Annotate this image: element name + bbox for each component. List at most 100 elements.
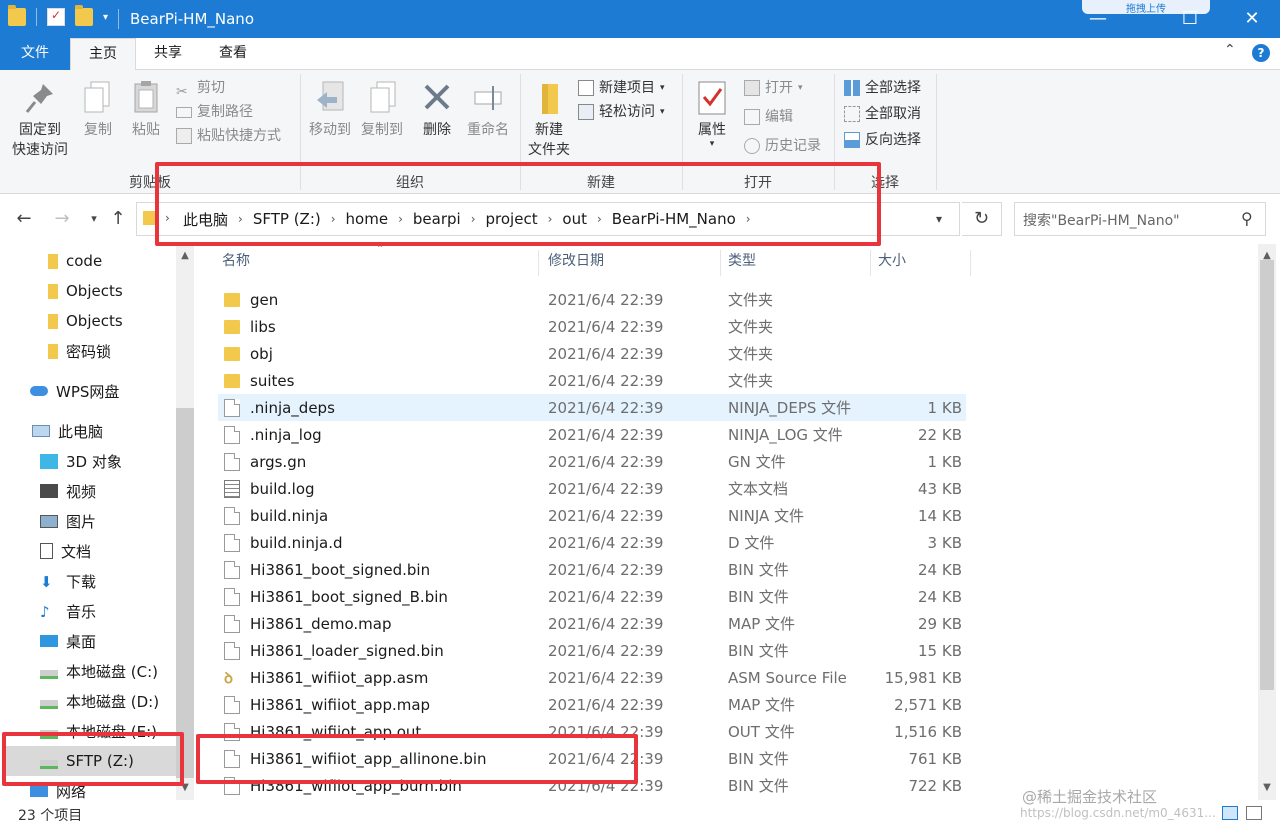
chevron-up-icon[interactable]: ⌃	[1224, 42, 1236, 58]
nav-scrollbar-thumb[interactable]	[176, 408, 194, 778]
file-type: NINJA_LOG 文件	[728, 426, 843, 444]
paste-shortcut-button[interactable]: 粘贴快捷方式	[176, 124, 281, 148]
nav-item[interactable]: Objects	[0, 306, 176, 336]
tab-view[interactable]: 查看	[200, 38, 266, 70]
copy-to-button[interactable]: 复制到	[356, 80, 408, 140]
scroll-down-icon[interactable]: ▼	[1258, 782, 1276, 793]
table-row[interactable]: build.ninja.d 2021/6/4 22:39 D 文件 3 KB	[218, 529, 966, 556]
paste-label: 粘贴	[132, 122, 160, 138]
table-row[interactable]: .ninja_log 2021/6/4 22:39 NINJA_LOG 文件 22 K…	[218, 421, 966, 448]
table-row[interactable]: .ninja_deps 2021/6/4 22:39 NINJA_DEPS 文件 1 …	[218, 394, 966, 421]
table-row[interactable]: Hi3861_boot_signed_B.bin 2021/6/4 22:39 BI…	[218, 583, 966, 610]
address-history-dropdown-icon[interactable]: ▾	[936, 212, 942, 226]
close-button[interactable]: ✕	[1226, 0, 1278, 38]
table-row[interactable]: args.gn 2021/6/4 22:39 GN 文件 1 KB	[218, 448, 966, 475]
table-row[interactable]: Hi3861_demo.map 2021/6/4 22:39 MAP 文件 29 KB	[218, 610, 966, 637]
tab-home[interactable]: 主页	[70, 38, 136, 71]
tab-share[interactable]: 共享	[136, 38, 200, 70]
window-title: BearPi-HM_Nano	[130, 10, 254, 28]
column-separator[interactable]	[720, 250, 721, 276]
table-row[interactable]: suites 2021/6/4 22:39 文件夹	[218, 367, 966, 394]
recent-locations-chevron-icon[interactable]: ▾	[82, 206, 106, 232]
nav-item[interactable]: 密码锁	[0, 336, 176, 366]
new-item-button[interactable]: 新建项目 ▾	[578, 76, 665, 100]
invert-selection-button[interactable]: 反向选择	[844, 128, 921, 152]
folder-icon	[143, 211, 155, 225]
column-header-size[interactable]: 大小	[878, 250, 906, 278]
copy-button[interactable]: 复制	[76, 80, 120, 140]
edit-label: 编辑	[765, 109, 793, 125]
properties-quick-icon[interactable]	[47, 8, 65, 26]
nav-item[interactable]: 视频	[0, 476, 176, 506]
back-arrow-icon[interactable]: ←	[12, 206, 36, 232]
table-row[interactable]: build.log 2021/6/4 22:39 文本文档 43 KB	[218, 475, 966, 502]
paste-button[interactable]: 粘贴	[124, 80, 168, 140]
tab-file[interactable]: 文件	[0, 38, 70, 70]
easy-access-button[interactable]: 轻松访问 ▾	[578, 100, 665, 124]
file-icon	[224, 560, 240, 579]
new-folder-button[interactable]: 新建 文件夹	[524, 80, 574, 160]
move-to-button[interactable]: 移动到	[304, 80, 356, 140]
column-separator[interactable]	[970, 250, 971, 276]
table-row[interactable]: Hi3861_loader_signed.bin 2021/6/4 22:39 BI…	[218, 637, 966, 664]
table-row[interactable]: Hi3861_boot_signed.bin 2021/6/4 22:39 BIN …	[218, 556, 966, 583]
nav-item-label: 密码锁	[66, 342, 112, 361]
forward-arrow-icon[interactable]: →	[50, 206, 74, 232]
table-row[interactable]: Hi3861_wifiiot_app.map 2021/6/4 22:39 MAP …	[218, 691, 966, 718]
refresh-icon[interactable]: ↻	[962, 202, 1002, 236]
maximize-button[interactable]: ☐	[1164, 0, 1216, 38]
column-header-name[interactable]: 名称	[222, 250, 250, 278]
column-separator[interactable]	[870, 250, 871, 276]
large-icons-view-icon[interactable]	[1246, 806, 1262, 820]
column-header-date[interactable]: 修改日期	[548, 250, 604, 278]
copy-path-button[interactable]: 复制路径	[176, 100, 281, 124]
edit-button[interactable]: 编辑	[744, 105, 821, 129]
pin-to-quick-access-button[interactable]: 固定到 快速访问	[8, 80, 72, 160]
help-icon[interactable]: ?	[1252, 44, 1270, 62]
up-arrow-icon[interactable]: ↑	[106, 206, 130, 232]
table-row[interactable]: obj 2021/6/4 22:39 文件夹	[218, 340, 966, 367]
nav-item[interactable]: Objects	[0, 276, 176, 306]
table-row[interactable]: libs 2021/6/4 22:39 文件夹	[218, 313, 966, 340]
new-folder-quick-icon[interactable]	[75, 5, 93, 26]
delete-button[interactable]: 删除	[414, 80, 460, 140]
select-none-button[interactable]: 全部取消	[844, 102, 921, 126]
search-input[interactable]: 搜索"BearPi-HM_Nano" ⚲	[1014, 202, 1266, 236]
history-button[interactable]: 历史记录	[744, 134, 821, 158]
search-icon[interactable]: ⚲	[1241, 209, 1253, 228]
nav-item[interactable]: 此电脑	[0, 416, 176, 446]
open-button[interactable]: 打开 ▾	[744, 76, 821, 100]
cut-button[interactable]: ✂ 剪切	[176, 76, 281, 100]
customize-toolbar-dropdown-icon[interactable]: ▾	[103, 12, 108, 23]
pin-label-1: 固定到	[19, 122, 61, 138]
nav-item[interactable]: WPS网盘	[0, 376, 176, 406]
nav-item[interactable]: 文档	[0, 536, 176, 566]
file-type: BIN 文件	[728, 561, 789, 579]
nav-item[interactable]: ♪ 音乐	[0, 596, 176, 626]
scroll-up-icon[interactable]: ▲	[176, 250, 194, 261]
file-type: OUT 文件	[728, 723, 795, 741]
delete-label: 删除	[423, 122, 451, 138]
nav-item[interactable]: 本地磁盘 (D:)	[0, 686, 176, 716]
nav-item[interactable]: 桌面	[0, 626, 176, 656]
column-header-type[interactable]: 类型	[728, 250, 756, 278]
column-separator[interactable]	[538, 250, 539, 276]
download-icon: ⬇	[40, 573, 53, 591]
select-all-button[interactable]: 全部选择	[844, 76, 921, 100]
nav-item[interactable]: 3D 对象	[0, 446, 176, 476]
copy-to-icon	[365, 80, 399, 116]
minimize-button[interactable]: —	[1072, 0, 1124, 38]
item-count: 23 个项目	[18, 808, 83, 824]
details-view-icon[interactable]	[1222, 806, 1238, 820]
properties-button[interactable]: 属性 ▾	[690, 80, 734, 149]
nav-item[interactable]: 本地磁盘 (C:)	[0, 656, 176, 686]
table-row[interactable]: ꝺ Hi3861_wifiiot_app.asm 2021/6/4 22:39 ASM…	[218, 664, 966, 691]
nav-item[interactable]: ⬇ 下载	[0, 566, 176, 596]
file-list-scrollbar-thumb[interactable]	[1260, 260, 1274, 690]
table-row[interactable]: build.ninja 2021/6/4 22:39 NINJA 文件 14 KB	[218, 502, 966, 529]
table-row[interactable]: gen 2021/6/4 22:39 文件夹	[218, 286, 966, 313]
nav-item[interactable]: 图片	[0, 506, 176, 536]
new-folder-label-2: 文件夹	[528, 142, 570, 158]
nav-item[interactable]: code	[0, 246, 176, 276]
rename-button[interactable]: 重命名	[462, 80, 514, 140]
